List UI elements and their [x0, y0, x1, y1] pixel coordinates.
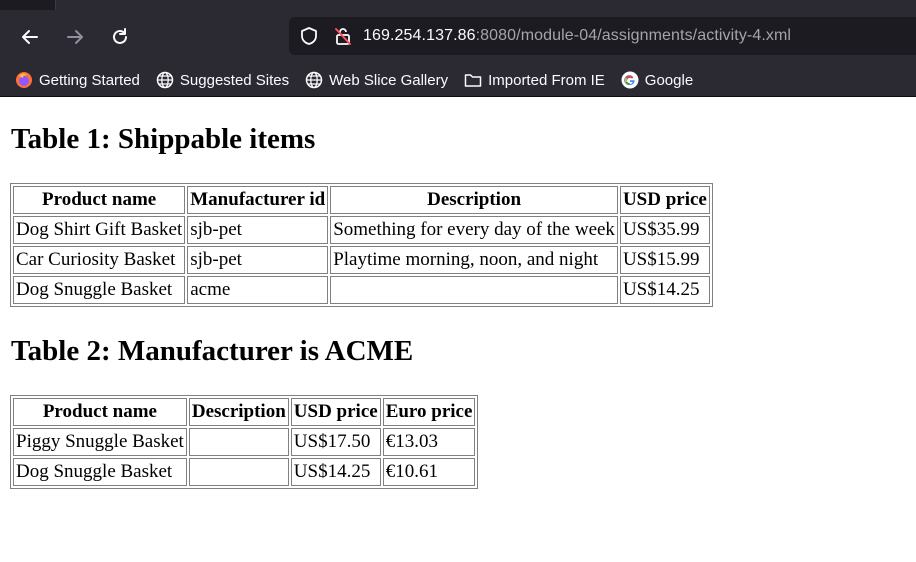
address-bar[interactable]: 169.254.137.86:8080/module-04/assignment… — [289, 17, 916, 55]
table-cell: Dog Shirt Gift Basket — [13, 216, 186, 244]
table-cell: US$35.99 — [619, 216, 710, 244]
bookmark-getting-started[interactable]: Getting Started — [15, 71, 140, 89]
reload-icon — [110, 27, 130, 47]
bookmarks-toolbar: Getting Started Suggested Sites Web Slic… — [0, 64, 916, 97]
active-tab[interactable] — [56, 0, 916, 10]
column-header: Product name — [13, 186, 186, 214]
shield-icon[interactable] — [297, 24, 321, 48]
bookmark-label: Getting Started — [39, 71, 140, 89]
bookmark-label: Suggested Sites — [179, 71, 290, 89]
table-cell: Playtime morning, noon, and night — [330, 246, 618, 274]
table-row: Dog Shirt Gift Basket sjb-pet Something … — [13, 216, 710, 244]
bookmark-web-slice-gallery[interactable]: Web Slice Gallery — [305, 71, 448, 89]
page-content: Table 1: Shippable items Product name Ma… — [0, 97, 916, 489]
column-header: USD price — [290, 398, 381, 426]
table-cell: acme — [187, 276, 329, 304]
table-row: Car Curiosity Basket sjb-pet Playtime mo… — [13, 246, 710, 274]
table1-title: Table 1: Shippable items — [11, 123, 316, 155]
table-cell: Car Curiosity Basket — [13, 246, 186, 274]
bookmark-google[interactable]: Google — [621, 71, 693, 89]
table-cell: US$14.25 — [619, 276, 710, 304]
back-button[interactable] — [16, 23, 44, 51]
globe-icon — [156, 71, 174, 89]
folder-icon — [464, 71, 482, 89]
table-row: Piggy Snuggle Basket US$17.50 €13.03 — [13, 428, 476, 456]
table-cell: sjb-pet — [187, 246, 329, 274]
table-cell — [330, 276, 618, 304]
table-cell: US$15.99 — [619, 246, 710, 274]
column-header: Description — [188, 398, 289, 426]
table-cell: €10.61 — [382, 458, 476, 486]
table-cell — [188, 428, 289, 456]
globe-icon — [305, 71, 323, 89]
table-cell: sjb-pet — [187, 216, 329, 244]
navigation-toolbar: 169.254.137.86:8080/module-04/assignment… — [0, 10, 916, 64]
bookmark-label: Web Slice Gallery — [329, 71, 449, 89]
table-header-row: Product name Manufacturer id Description… — [13, 186, 710, 214]
table-cell: Something for every day of the week — [330, 216, 618, 244]
shippable-items-table: Product name Manufacturer id Description… — [10, 183, 713, 307]
insecure-lock-icon[interactable] — [331, 24, 355, 48]
google-icon — [621, 71, 639, 89]
table-row: Dog Snuggle Basket acme US$14.25 — [13, 276, 710, 304]
table-cell — [188, 458, 289, 486]
forward-button[interactable] — [61, 23, 89, 51]
table-header-row: Product name Description USD price Euro … — [13, 398, 476, 426]
table-cell: Dog Snuggle Basket — [13, 458, 187, 486]
browser-chrome: 169.254.137.86:8080/module-04/assignment… — [0, 0, 916, 97]
tab-strip — [0, 0, 916, 10]
column-header: Euro price — [382, 398, 476, 426]
table-cell: Dog Snuggle Basket — [13, 276, 186, 304]
table2-title: Table 2: Manufacturer is ACME — [11, 335, 414, 367]
firefox-icon — [15, 71, 33, 89]
url-text: 169.254.137.86:8080/module-04/assignment… — [363, 27, 791, 45]
url-host: 169.254.137.86 — [363, 27, 476, 44]
table-cell: US$14.25 — [290, 458, 381, 486]
bookmark-label: Imported From IE — [488, 71, 605, 89]
table-cell: €13.03 — [382, 428, 476, 456]
column-header: USD price — [619, 186, 710, 214]
forward-arrow-icon — [65, 27, 85, 47]
column-header: Product name — [13, 398, 187, 426]
back-arrow-icon — [20, 27, 40, 47]
acme-items-table: Product name Description USD price Euro … — [10, 395, 479, 489]
table-cell: US$17.50 — [290, 428, 381, 456]
bookmark-imported-from-ie[interactable]: Imported From IE — [464, 71, 605, 89]
table-cell: Piggy Snuggle Basket — [13, 428, 187, 456]
column-header: Description — [330, 186, 618, 214]
url-path: :8080/module-04/assignments/activity-4.x… — [475, 27, 792, 44]
reload-button[interactable] — [106, 23, 134, 51]
table-row: Dog Snuggle Basket US$14.25 €10.61 — [13, 458, 476, 486]
column-header: Manufacturer id — [187, 186, 329, 214]
bookmark-label: Google — [644, 71, 694, 89]
bookmark-suggested-sites[interactable]: Suggested Sites — [156, 71, 289, 89]
